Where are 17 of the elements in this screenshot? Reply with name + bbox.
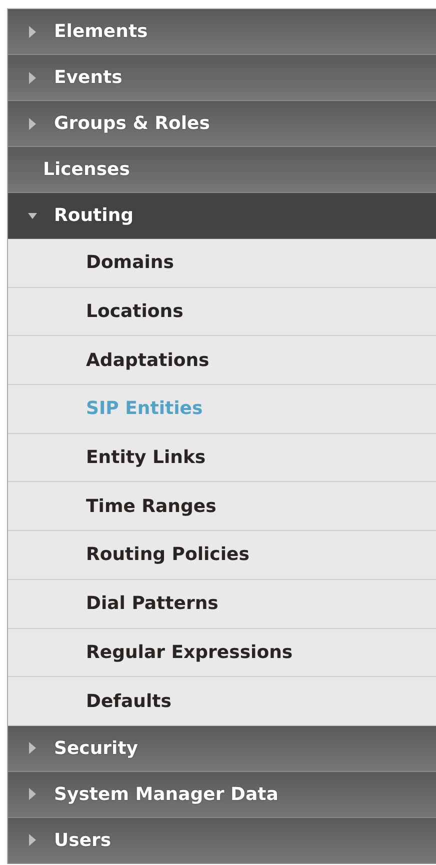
submenu-item[interactable]: Regular Expressions xyxy=(8,628,436,678)
submenu-item[interactable]: Time Ranges xyxy=(8,482,436,532)
menu-item[interactable]: Routing xyxy=(8,193,436,239)
submenu-item[interactable]: Routing Policies xyxy=(8,531,436,580)
submenu-item[interactable]: Adaptations xyxy=(8,336,436,386)
submenu-item[interactable]: Domains xyxy=(8,239,436,288)
menu-item[interactable]: Elements xyxy=(8,9,436,55)
menu-item[interactable]: Groups & Roles xyxy=(8,101,436,147)
menu-item[interactable]: System Manager Data xyxy=(8,772,436,818)
submenu-item[interactable]: Dial Patterns xyxy=(8,580,436,628)
submenu-item[interactable]: Defaults xyxy=(8,677,436,726)
menu-item[interactable]: Events xyxy=(8,55,436,101)
menu-item[interactable]: Security xyxy=(8,726,436,772)
menu-item[interactable]: Licenses xyxy=(8,147,436,193)
submenu-item[interactable]: Locations xyxy=(8,288,436,336)
submenu-item[interactable]: Entity Links xyxy=(8,434,436,482)
menu-item[interactable]: Users xyxy=(8,818,436,864)
